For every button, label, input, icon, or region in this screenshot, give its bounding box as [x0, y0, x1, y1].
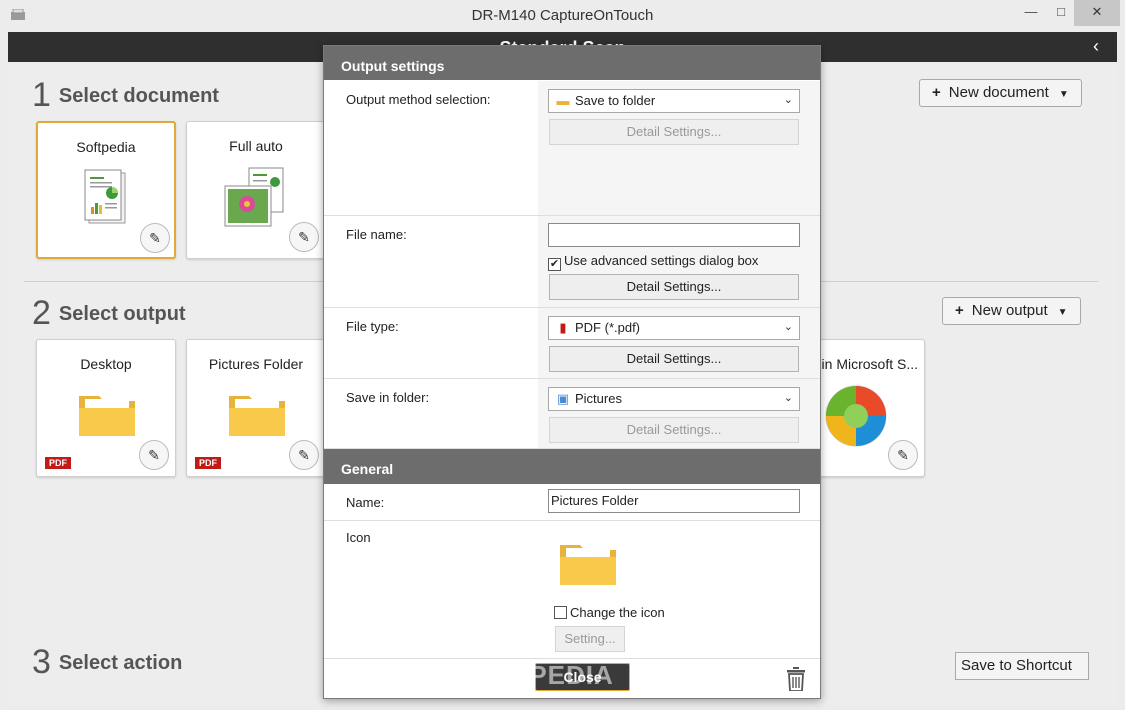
save-folder-row: Save in folder: ▣ Pictures ⌄ Detail Settin… — [324, 379, 820, 449]
card-label: Pictures Folder — [208, 356, 304, 372]
document-card-full-auto[interactable]: Full auto ✎ — [186, 121, 326, 259]
pdf-badge: PDF — [45, 457, 71, 469]
icon-label: Icon — [346, 530, 371, 545]
softpedia-watermark: SOFTPEDIA — [456, 660, 614, 690]
file-type-row: File type: ▮ PDF (*.pdf) ⌄ Detail Settings… — [324, 308, 820, 379]
file-name-input[interactable] — [548, 223, 800, 247]
card-label: Softpedia — [76, 139, 136, 155]
new-output-label: New output — [971, 302, 1048, 319]
use-advanced-label: Use advanced settings dialog box — [564, 253, 759, 268]
edit-pencil-icon[interactable]: ✎ — [139, 440, 169, 470]
edit-pencil-icon[interactable]: ✎ — [289, 222, 319, 252]
trash-icon[interactable] — [787, 667, 805, 691]
section-select-output: 2 Select output — [32, 294, 186, 333]
name-input[interactable]: Pictures Folder — [548, 489, 800, 513]
document-card-softpedia[interactable]: Softpedia ✎ — [36, 121, 176, 259]
microsoft-app-icon — [825, 385, 887, 447]
plus-icon: + — [955, 302, 964, 319]
save-to-shortcut-button[interactable]: Save to Shortcut — [955, 652, 1089, 680]
section-label: Select output — [58, 303, 186, 325]
file-name-label: File name: — [346, 227, 407, 242]
minimize-button[interactable]: — — [1016, 0, 1046, 26]
edit-pencil-icon[interactable]: ✎ — [289, 440, 319, 470]
window-title: DR-M140 CaptureOnTouch — [471, 7, 654, 24]
icon-setting-button[interactable]: Setting... — [555, 626, 625, 652]
checkbox-unchecked-icon — [554, 606, 567, 619]
chevron-down-icon: ⌄ — [783, 321, 793, 333]
save-folder-select[interactable]: ▣ Pictures ⌄ — [548, 387, 800, 411]
checkbox-checked-icon: ✔ — [548, 258, 561, 271]
maximize-button[interactable]: □ — [1046, 0, 1076, 26]
change-icon-label: Change the icon — [570, 605, 665, 620]
output-settings-header: Output settings — [324, 46, 820, 80]
folder-icon — [560, 545, 616, 585]
section-label: Select document — [58, 85, 219, 107]
card-label: Desktop — [80, 356, 132, 372]
output-method-label: Output method selection: — [346, 92, 491, 107]
dropdown-arrow-icon: ▼ — [1058, 89, 1069, 100]
file-type-value: PDF (*.pdf) — [575, 320, 641, 335]
dropdown-arrow-icon: ▼ — [1057, 307, 1068, 318]
pdf-badge: PDF — [195, 457, 221, 469]
back-icon[interactable]: ‹ — [1093, 36, 1099, 57]
new-document-label: New document — [948, 84, 1049, 101]
section-number: 2 — [32, 294, 51, 332]
edit-pencil-icon[interactable]: ✎ — [140, 223, 170, 253]
save-folder-label: Save in folder: — [346, 390, 430, 405]
name-label: Name: — [346, 495, 385, 510]
general-header: General — [324, 449, 820, 484]
file-name-detail-button[interactable]: Detail Settings... — [549, 274, 799, 300]
file-type-label: File type: — [346, 319, 399, 334]
output-method-row: Output method selection: ▬ Save to folder… — [324, 81, 820, 216]
close-window-button[interactable]: ✕ — [1074, 0, 1120, 26]
folder-icon — [229, 396, 285, 436]
card-label: Full auto — [229, 138, 283, 154]
section-select-action: 3 Select action — [32, 643, 182, 682]
folder-icon: ▬ — [556, 93, 570, 108]
photo-document-icon — [224, 167, 284, 227]
name-row: Name: Pictures Folder — [324, 484, 820, 521]
output-method-value: Save to folder — [575, 93, 656, 108]
output-method-detail-button[interactable]: Detail Settings... — [549, 119, 799, 145]
section-select-document: 1 Select document — [32, 76, 219, 115]
change-icon-checkbox[interactable]: Change the icon — [554, 605, 665, 620]
output-card-pictures-folder[interactable]: Pictures Folder PDF ✎ — [186, 339, 326, 477]
output-method-select[interactable]: ▬ Save to folder ⌄ — [548, 89, 800, 113]
chevron-down-icon: ⌄ — [783, 94, 793, 106]
pdf-file-icon: ▮ — [559, 320, 567, 335]
save-folder-detail-button[interactable]: Detail Settings... — [549, 417, 799, 443]
file-type-detail-button[interactable]: Detail Settings... — [549, 346, 799, 372]
new-output-button[interactable]: + New output ▼ — [942, 297, 1081, 325]
use-advanced-checkbox[interactable]: ✔ Use advanced settings dialog box — [548, 253, 758, 271]
edit-pencil-icon[interactable]: ✎ — [888, 440, 918, 470]
section-number: 1 — [32, 76, 51, 114]
file-type-select[interactable]: ▮ PDF (*.pdf) ⌄ — [548, 316, 800, 340]
document-icon — [84, 169, 126, 224]
icon-row: Icon Change the icon Setting... — [324, 521, 820, 658]
file-name-row: File name: ✔ Use advanced settings dialog… — [324, 216, 820, 308]
plus-icon: + — [932, 84, 941, 101]
output-card-desktop[interactable]: Desktop PDF ✎ — [36, 339, 176, 477]
folder-icon — [79, 396, 135, 436]
save-folder-value: Pictures — [575, 391, 622, 406]
title-bar: DR-M140 CaptureOnTouch — □ ✕ — [0, 0, 1125, 32]
pictures-library-icon: ▣ — [556, 391, 570, 406]
section-number: 3 — [32, 643, 51, 681]
chevron-down-icon: ⌄ — [783, 392, 793, 404]
output-settings-dialog: Output settings Output method selection:… — [323, 45, 821, 699]
section-label: Select action — [58, 652, 183, 674]
new-document-button[interactable]: + New document ▼ — [919, 79, 1082, 107]
